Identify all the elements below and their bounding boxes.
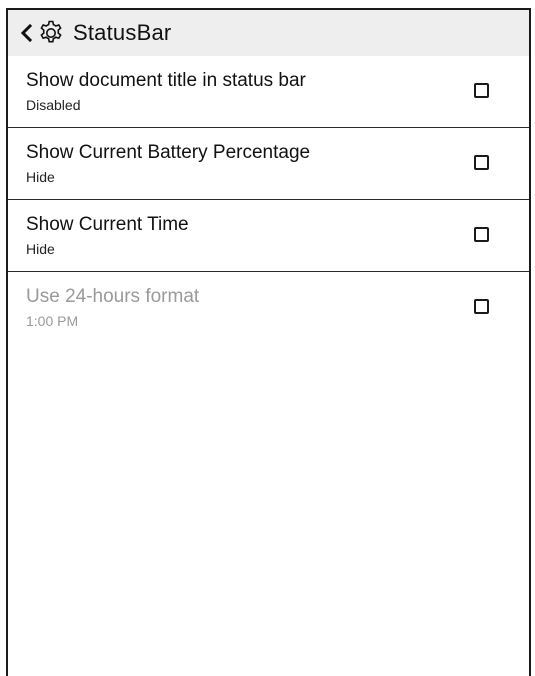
back-button[interactable]	[18, 20, 34, 46]
setting-show-battery-percentage[interactable]: Show Current Battery Percentage Hide	[8, 128, 529, 200]
chevron-left-icon	[20, 23, 33, 43]
frame-left-border	[0, 8, 8, 676]
setting-value: Disabled	[26, 97, 81, 113]
header-bar: StatusBar	[8, 10, 529, 56]
settings-list: Show document title in status bar Disabl…	[8, 56, 529, 344]
frame-top	[0, 0, 535, 8]
setting-title: Show Current Time	[26, 214, 189, 235]
setting-title: Show document title in status bar	[26, 70, 306, 91]
statusbar-settings-page: StatusBar Show document title in status …	[8, 10, 529, 676]
frame-right-border	[529, 8, 535, 676]
setting-show-current-time[interactable]: Show Current Time Hide	[8, 200, 529, 272]
current-time-checkbox[interactable]	[474, 227, 489, 242]
setting-value: Hide	[26, 169, 55, 185]
page-title: StatusBar	[73, 20, 172, 45]
setting-24-hour-format[interactable]: Use 24-hours format 1:00 PM	[8, 272, 529, 344]
setting-value: Hide	[26, 241, 55, 257]
setting-value: 1:00 PM	[26, 313, 79, 329]
setting-title: Show Current Battery Percentage	[26, 142, 311, 163]
device-screen: StatusBar Show document title in status …	[0, 0, 535, 676]
battery-percentage-checkbox[interactable]	[474, 155, 489, 170]
document-title-checkbox[interactable]	[474, 83, 489, 98]
setting-show-document-title[interactable]: Show document title in status bar Disabl…	[8, 56, 529, 128]
24-hour-format-checkbox[interactable]	[474, 299, 489, 314]
gear-icon	[37, 19, 65, 47]
setting-title: Use 24-hours format	[26, 286, 200, 307]
